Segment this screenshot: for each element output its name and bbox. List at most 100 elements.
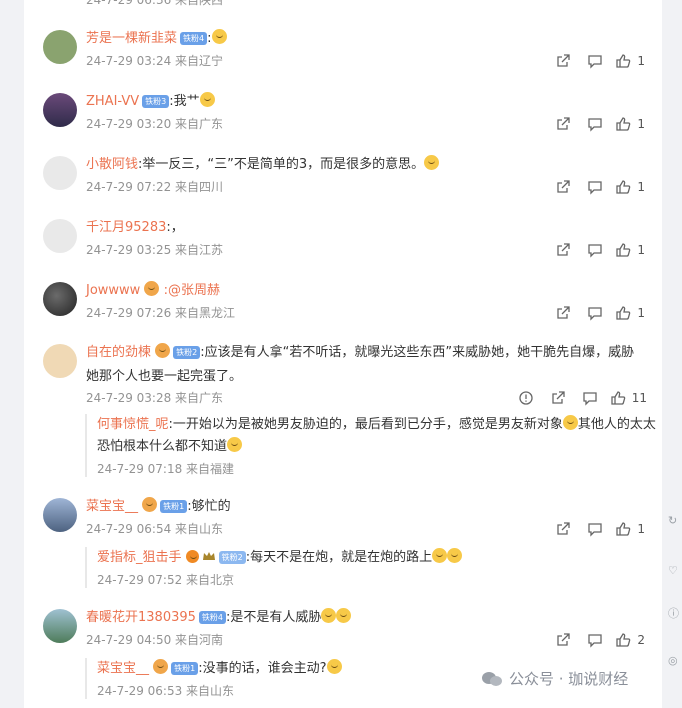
comment-icon[interactable] (579, 521, 611, 537)
comment-meta: 24-7-29 07:22 来自四川 (86, 180, 224, 194)
thumbs-up-icon (616, 243, 631, 257)
comment-body: : (207, 31, 212, 46)
fan-badge: 铁粉1 (160, 500, 188, 513)
share-icon[interactable] (547, 242, 579, 258)
username[interactable]: 千江月95283 (86, 220, 166, 235)
comment-text: 芳是一棵新韭菜 铁粉4: (86, 27, 646, 51)
fan-level-icon (153, 659, 169, 674)
grin-emoji-icon (336, 608, 352, 623)
reply-meta: 24-7-29 07:18 来自福建 (97, 462, 235, 476)
comment-actions: 1 (547, 53, 645, 69)
like-button[interactable]: 1 (615, 116, 645, 132)
fan-badge: 铁粉2 (173, 346, 201, 359)
comment-icon[interactable] (579, 305, 611, 321)
like-count: 1 (637, 180, 645, 194)
reply-text: 爱指标_狙击手 铁粉2:每天不是在炮，就是在炮的路上 (97, 547, 657, 569)
comment-icon[interactable] (579, 53, 611, 69)
avatar[interactable] (43, 344, 77, 378)
like-count: 2 (637, 633, 645, 647)
like-button[interactable]: 1 (615, 242, 645, 258)
avatar[interactable] (43, 156, 77, 190)
report-icon[interactable] (510, 390, 542, 406)
thinking-emoji-icon (211, 29, 227, 44)
target-icon[interactable]: ◎ (668, 655, 680, 667)
refresh-icon[interactable]: ↻ (668, 515, 680, 527)
avatar[interactable] (43, 30, 77, 64)
share-icon[interactable] (547, 305, 579, 321)
info-icon[interactable]: ⓘ (668, 608, 680, 620)
like-button[interactable]: 1 (615, 521, 645, 537)
grin-emoji-icon (424, 155, 440, 170)
comment-icon[interactable] (579, 179, 611, 195)
reply-meta: 24-7-29 07:52 来自北京 (97, 573, 235, 587)
username[interactable]: 自在的劲楝 (86, 345, 151, 360)
comment-actions: 1 (547, 179, 645, 195)
avatar[interactable] (43, 282, 77, 316)
comment-body: :是不是有人威胁 (226, 610, 322, 625)
share-icon[interactable] (547, 53, 579, 69)
avatar[interactable] (43, 609, 77, 643)
username[interactable]: 菜宝宝__ (97, 661, 149, 676)
comment-meta: 24-7-29 06:54 来自山东 (86, 522, 224, 536)
username[interactable]: ZHAI-VV (86, 94, 139, 109)
like-count: 1 (637, 117, 645, 131)
reply-body: :每天不是在炮，就是在炮的路上 (245, 550, 433, 565)
cat-emoji-icon (562, 415, 578, 430)
comment-icon[interactable] (579, 632, 611, 648)
username[interactable]: 爱指标_狙击手 (97, 550, 182, 565)
right-sidebar-strip (662, 0, 682, 708)
emoji-icon (199, 92, 215, 107)
comment-body: :， (166, 220, 184, 235)
comment-text: 春暖花开1380395 铁粉4:是不是有人威胁 (86, 606, 646, 630)
comment-body: :举一反三，“三”不是简单的3，而是很多的意思。 (138, 157, 425, 172)
laugh-emoji-icon (447, 548, 463, 563)
comment-actions: 1 (547, 305, 645, 321)
thumbs-up-icon (616, 117, 631, 131)
share-icon[interactable] (542, 390, 574, 406)
comment-text: Jowwww :@张周赫 (86, 279, 646, 303)
share-icon[interactable] (547, 116, 579, 132)
avatar[interactable] (43, 93, 77, 127)
cat-emoji-icon (227, 437, 243, 452)
thumbs-up-icon (616, 180, 631, 194)
comment-meta: 24-7-29 07:26 来自黑龙江 (86, 306, 236, 320)
like-button[interactable]: 2 (615, 632, 645, 648)
comment-actions: 2 (547, 632, 645, 648)
comment-icon[interactable] (574, 390, 606, 406)
watermark: 公众号 · 珈说财经 (481, 668, 628, 689)
like-button[interactable]: 1 (615, 179, 645, 195)
share-icon[interactable] (547, 632, 579, 648)
avatar[interactable] (43, 498, 77, 532)
reply-text: 何事惊慌_呢:一开始以为是被她男友胁迫的，最后看到已分手，感觉是男友新对象 其他人… (97, 414, 657, 458)
fan-level-icon (144, 281, 160, 296)
comment-meta: 24-7-29 03:28 来自广东 (86, 391, 224, 405)
share-icon[interactable] (547, 521, 579, 537)
comment-text: 菜宝宝__ 铁粉1:够忙的 (86, 495, 646, 519)
comment-icon[interactable] (579, 116, 611, 132)
username[interactable]: 何事惊慌_呢 (97, 417, 169, 432)
thumbs-up-icon (611, 391, 626, 405)
fan-badge: 铁粉4 (180, 32, 208, 45)
comment-body: :我艹 (169, 94, 200, 109)
like-count: 1 (637, 243, 645, 257)
heart-icon[interactable]: ♡ (668, 565, 680, 577)
comment-body: :@张周赫 (163, 283, 220, 298)
wechat-icon (482, 671, 502, 686)
comment-body: :够忙的 (187, 499, 231, 514)
like-button[interactable]: 1 (615, 53, 645, 69)
avatar[interactable] (43, 219, 77, 253)
fan-badge: 铁粉1 (171, 662, 199, 675)
username[interactable]: 小散阿钱 (86, 157, 138, 172)
username[interactable]: 芳是一棵新韭菜 (86, 31, 177, 46)
like-count: 11 (631, 391, 647, 405)
watermark-text: 公众号 · 珈说财经 (509, 670, 629, 688)
thumbs-up-icon (616, 522, 631, 536)
username[interactable]: 菜宝宝__ (86, 499, 138, 514)
username[interactable]: 春暖花开1380395 (86, 610, 196, 625)
username[interactable]: Jowwww (86, 283, 140, 298)
share-icon[interactable] (547, 179, 579, 195)
comment-icon[interactable] (579, 242, 611, 258)
like-button[interactable]: 1 (615, 305, 645, 321)
like-button[interactable]: 11 (610, 390, 647, 406)
comment-text: 自在的劲楝 铁粉2:应该是有人拿“若不听话，就曝光这些东西”来威胁她，她干脆先自… (86, 341, 646, 389)
